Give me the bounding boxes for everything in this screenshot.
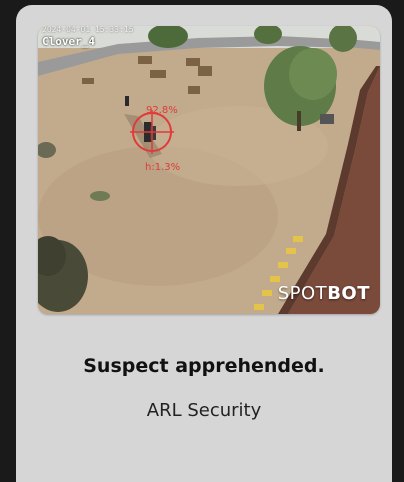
detection-height: h:1.3% (145, 162, 181, 173)
camera-timestamp: 2024-04-01 15:33:15 (42, 26, 134, 34)
camera-scene (38, 26, 380, 314)
camera-feed[interactable]: 2024-04-01 15:33:15 Clover_4 92.8% h:1.3… (38, 26, 380, 314)
caption-title: Suspect apprehended. (83, 355, 325, 377)
spotbot-watermark: SPOTBOT (278, 283, 370, 304)
detection-confidence: 92.8% (146, 105, 178, 116)
watermark-light: SPOT (277, 283, 328, 304)
watermark-bold: BOT (327, 283, 370, 304)
camera-label: Clover_4 (42, 35, 95, 48)
caption-subtitle: ARL Security (146, 400, 262, 421)
